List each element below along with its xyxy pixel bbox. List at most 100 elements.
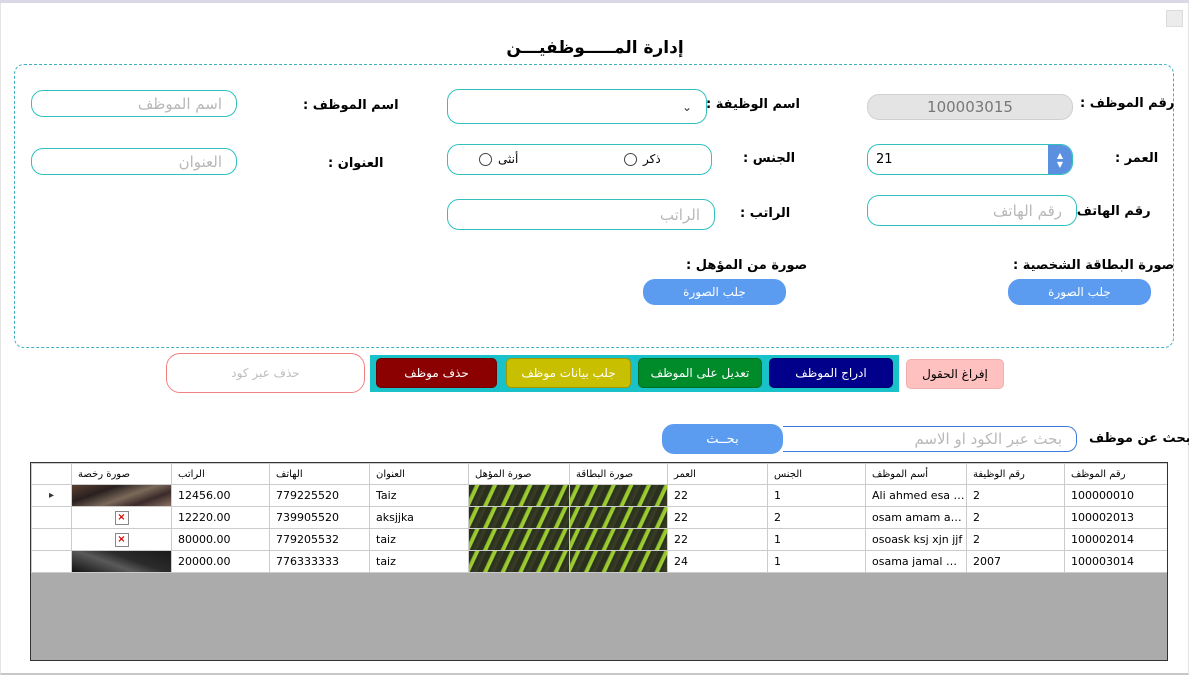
action-button-bar: حذف موظف جلب بيانات موظف تعديل على الموظ…	[370, 355, 899, 392]
gender-cell[interactable]: 1	[767, 528, 866, 551]
address-cell[interactable]: Taiz	[369, 484, 469, 507]
fetch-qualification-image-button[interactable]: جلب الصورة	[643, 279, 786, 305]
clear-fields-button[interactable]: إفراغ الحقول	[906, 359, 1004, 389]
current-row-arrow-icon[interactable]: ▸	[31, 484, 72, 507]
address-cell[interactable]: aksjjka	[369, 506, 469, 529]
row-header[interactable]	[31, 506, 72, 529]
phone-cell[interactable]: 739905520	[269, 506, 370, 529]
label-salary: الراتب :	[740, 206, 791, 221]
qualification-image-cell[interactable]	[468, 484, 570, 507]
table-row[interactable]: 20000.00 776333333 taiz 24 1 osama jamal…	[31, 550, 1167, 573]
table-row[interactable]: ▸ 12456.00 779225520 Taiz 22 1 Ali ahmed…	[31, 484, 1167, 507]
job-cell[interactable]: 2	[966, 484, 1065, 507]
column-header[interactable]: رقم الوظيفة	[966, 463, 1065, 485]
age-cell[interactable]: 22	[667, 528, 768, 551]
radio-circle-icon[interactable]	[479, 152, 492, 166]
salary-input[interactable]: الراتب	[447, 199, 715, 230]
table-row[interactable]: × 80000.00 779205532 taiz 22 1 osoask ks…	[31, 528, 1167, 551]
age-cell[interactable]: 22	[667, 484, 768, 507]
column-header[interactable]: العنوان	[369, 463, 469, 485]
gender-cell[interactable]: 1	[767, 550, 866, 573]
search-input[interactable]: بحث عبر الكود او الاسم	[783, 426, 1077, 452]
license-photo	[72, 485, 171, 506]
column-header[interactable]: الراتب	[171, 463, 270, 485]
radio-male[interactable]: ذكر	[624, 152, 661, 166]
qualification-image-cell[interactable]	[468, 528, 570, 551]
name-cell[interactable]: Ali ahmed esa ali	[865, 484, 967, 507]
delete-employee-button[interactable]: حذف موظف	[376, 358, 497, 388]
job-cell[interactable]: 2007	[966, 550, 1065, 573]
name-cell[interactable]: osama jamal mon...	[865, 550, 967, 573]
qualification-image-cell[interactable]	[468, 506, 570, 529]
emp-id-field: 100003015	[867, 94, 1073, 120]
column-header[interactable]: العمر	[667, 463, 768, 485]
phone-cell[interactable]: 779205532	[269, 528, 370, 551]
job-name-select[interactable]: ⌄	[447, 89, 707, 124]
salary-cell[interactable]: 12220.00	[171, 506, 270, 529]
age-stepper[interactable]: 21 ▲ ▼	[867, 144, 1073, 175]
window-control-button[interactable]	[1166, 10, 1183, 27]
address-cell[interactable]: taiz	[369, 528, 469, 551]
phone-cell[interactable]: 779225520	[269, 484, 370, 507]
delete-by-code-input[interactable]: حذف عبر كود	[166, 353, 365, 393]
radio-female[interactable]: أنثى	[479, 152, 518, 166]
salary-cell[interactable]: 12456.00	[171, 484, 270, 507]
fetch-employee-data-button[interactable]: جلب بيانات موظف	[506, 358, 631, 388]
table-row[interactable]: × 12220.00 739905520 aksjjka 22 2 osam a…	[31, 506, 1167, 529]
age-cell[interactable]: 24	[667, 550, 768, 573]
id-cell[interactable]: 100002013	[1064, 506, 1167, 529]
name-cell[interactable]: osoask ksj xjn jjf	[865, 528, 967, 551]
license-image-cell[interactable]: ×	[71, 528, 172, 551]
gender-radio-group: ذكر أنثى	[447, 144, 712, 175]
chevron-down-icon: ⌄	[681, 99, 692, 114]
license-image-cell[interactable]	[71, 550, 172, 573]
column-header[interactable]: الهاتف	[269, 463, 370, 485]
id-cell[interactable]: 100003014	[1064, 550, 1167, 573]
phone-cell[interactable]: 776333333	[269, 550, 370, 573]
search-button[interactable]: بحــث	[662, 424, 783, 454]
gender-cell[interactable]: 1	[767, 484, 866, 507]
address-cell[interactable]: taiz	[369, 550, 469, 573]
address-input[interactable]: العنوان	[31, 148, 237, 175]
broken-image-icon: ×	[114, 510, 129, 525]
row-header[interactable]	[31, 528, 72, 551]
license-image-cell[interactable]: ×	[71, 506, 172, 529]
id-cell[interactable]: 100000010	[1064, 484, 1167, 507]
page-title: إدارة المـــــوظفيـــن	[506, 38, 684, 58]
spin-arrows-icon[interactable]: ▲ ▼	[1048, 145, 1072, 174]
radio-male-label: ذكر	[643, 152, 661, 166]
age-cell[interactable]: 22	[667, 506, 768, 529]
card-image-cell[interactable]	[569, 550, 668, 573]
column-header[interactable]: صورة البطاقة	[569, 463, 668, 485]
edit-employee-button[interactable]: تعديل على الموظف	[638, 358, 762, 388]
salary-cell[interactable]: 80000.00	[171, 528, 270, 551]
id-cell[interactable]: 100002014	[1064, 528, 1167, 551]
row-header[interactable]	[31, 550, 72, 573]
job-cell[interactable]: 2	[966, 528, 1065, 551]
column-header[interactable]: صورة رخصة	[71, 463, 172, 485]
label-age: العمر :	[1115, 151, 1159, 166]
card-image-cell[interactable]	[569, 528, 668, 551]
gender-cell[interactable]: 2	[767, 506, 866, 529]
license-image-cell[interactable]	[71, 484, 172, 507]
emp-name-input[interactable]: اسم الموظف	[31, 90, 237, 117]
qualification-image-cell[interactable]	[468, 550, 570, 573]
column-header[interactable]: رقم الموظف	[1064, 463, 1167, 485]
employees-grid[interactable]: صورة رخصة الراتب الهاتف العنوان صورة الم…	[30, 462, 1168, 661]
column-header[interactable]: صورة المؤهل	[468, 463, 570, 485]
phone-input[interactable]: رقم الهاتف	[867, 195, 1077, 226]
radio-circle-icon[interactable]	[624, 152, 637, 166]
insert-employee-button[interactable]: ادراج الموظف	[769, 358, 893, 388]
broken-image-icon: ×	[114, 532, 129, 547]
qualification-photo	[469, 529, 569, 550]
column-header[interactable]: أسم الموظف	[865, 463, 967, 485]
salary-cell[interactable]: 20000.00	[171, 550, 270, 573]
card-image-cell[interactable]	[569, 506, 668, 529]
card-image-cell[interactable]	[569, 484, 668, 507]
card-photo	[570, 529, 667, 550]
column-header[interactable]: الجنس	[767, 463, 866, 485]
label-phone: رقم الهاتف :	[1067, 204, 1151, 219]
fetch-id-card-image-button[interactable]: جلب الصورة	[1008, 279, 1151, 305]
job-cell[interactable]: 2	[966, 506, 1065, 529]
name-cell[interactable]: osam amam ama...	[865, 506, 967, 529]
